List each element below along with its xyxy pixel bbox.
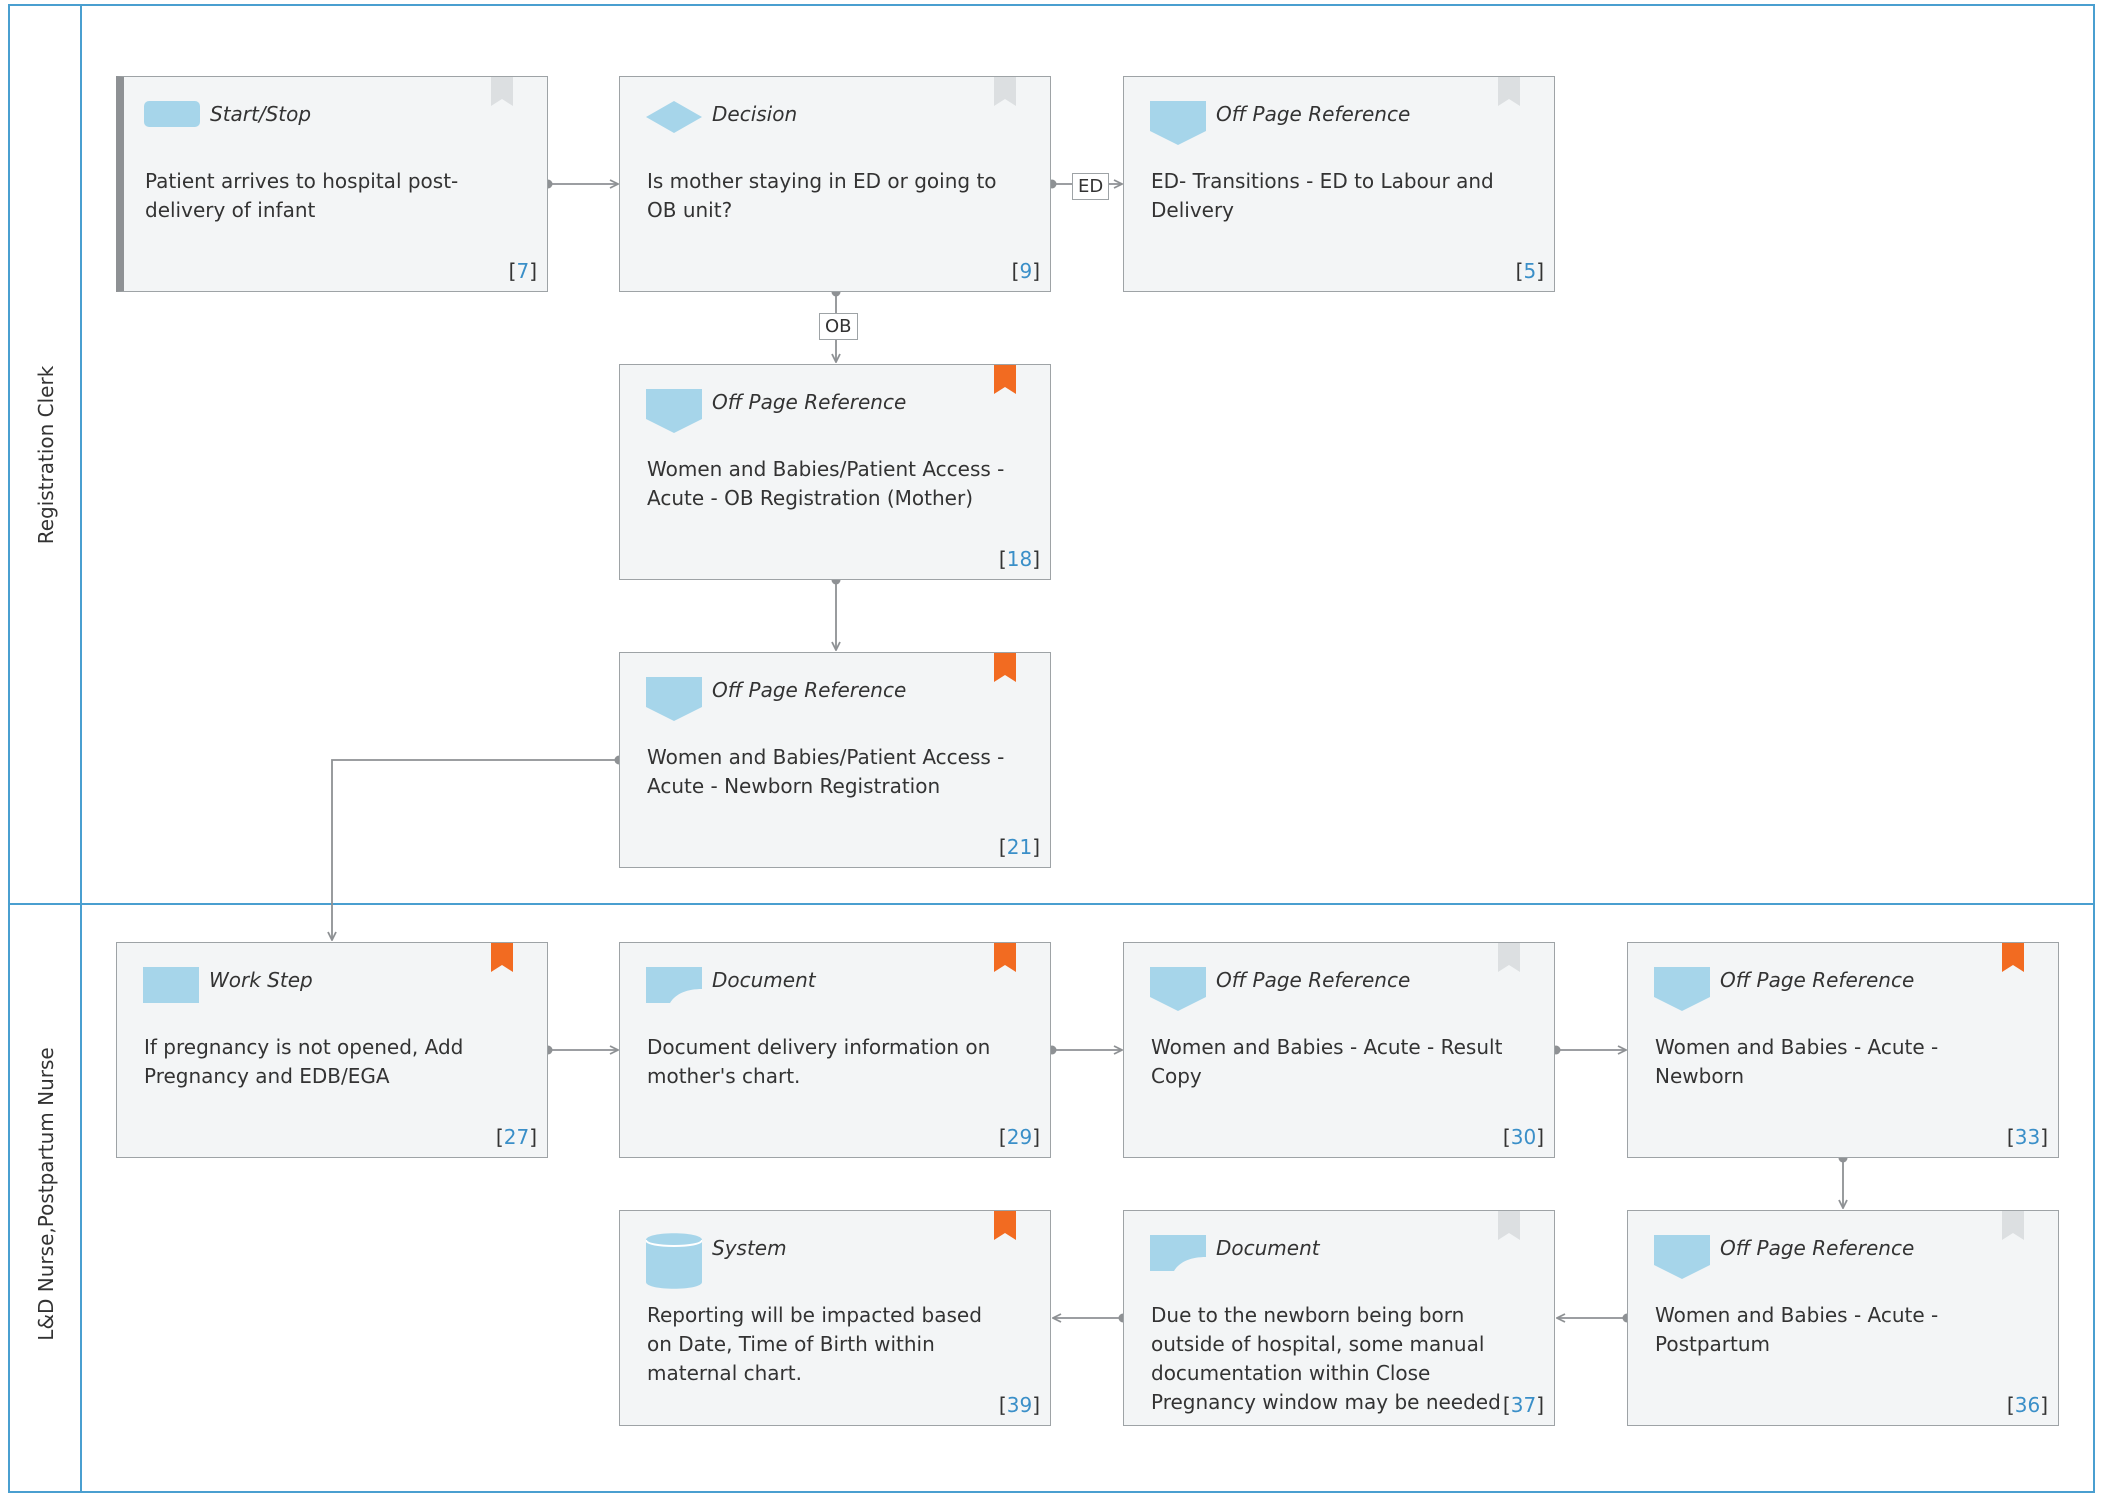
bookmark-icon[interactable] — [2002, 943, 2024, 972]
flow-step-off-page-reference[interactable]: Off Page Reference Women and Babies/Pati… — [619, 652, 1051, 868]
flow-step-off-page-reference[interactable]: Off Page Reference Women and Babies/Pati… — [619, 364, 1051, 580]
step-description: Women and Babies - Acute - Newborn — [1655, 1035, 1939, 1088]
step-type-label: Document — [1216, 1236, 1320, 1260]
step-description: ED- Transitions - ED to Labour and Deliv… — [1151, 169, 1494, 222]
bookmark-icon[interactable] — [994, 77, 1016, 106]
step-type-label: Off Page Reference — [1216, 102, 1411, 126]
step-description: Patient arrives to hospital post-deliver… — [145, 169, 459, 222]
step-description: Reporting will be impacted based on Date… — [647, 1303, 982, 1385]
step-type-label: Off Page Reference — [1720, 1236, 1915, 1260]
step-description: Women and Babies/Patient Access - Acute … — [647, 457, 1005, 510]
step-type-label: Off Page Reference — [1216, 968, 1411, 992]
step-type-label: Off Page Reference — [712, 390, 907, 414]
step-reference-link[interactable]: [27] — [496, 1125, 537, 1149]
bookmark-icon[interactable] — [491, 943, 513, 972]
document-icon — [646, 967, 702, 1003]
step-description: If pregnancy is not opened, Add Pregnanc… — [144, 1035, 464, 1088]
step-description: Women and Babies/Patient Access - Acute … — [647, 745, 1005, 798]
flow-step-start-stop[interactable]: Start/Stop Patient arrives to hospital p… — [116, 76, 548, 292]
step-reference-link[interactable]: [18] — [999, 547, 1040, 571]
flow-step-work-step[interactable]: Work Step If pregnancy is not opened, Ad… — [116, 942, 548, 1158]
step-description: Document delivery information on mother'… — [647, 1035, 991, 1088]
off-page-reference-icon — [1150, 967, 1206, 1011]
step-reference-link[interactable]: [9] — [1012, 259, 1040, 283]
bookmark-icon[interactable] — [1498, 1211, 1520, 1240]
step-description: Women and Babies - Acute - Postpartum — [1655, 1303, 1939, 1356]
system-database-icon — [646, 1233, 702, 1289]
flow-step-off-page-reference[interactable]: Off Page Reference Women and Babies - Ac… — [1627, 942, 2059, 1158]
step-type-label: Off Page Reference — [1720, 968, 1915, 992]
bookmark-icon[interactable] — [994, 365, 1016, 394]
step-type-label: System — [712, 1236, 787, 1260]
edge-label-ob: OB — [819, 313, 858, 340]
bookmark-icon[interactable] — [994, 1211, 1016, 1240]
step-type-label: Decision — [712, 102, 798, 126]
flow-step-document[interactable]: Document Due to the newborn being born o… — [1123, 1210, 1555, 1426]
step-reference-link[interactable]: [33] — [2007, 1125, 2048, 1149]
flow-step-system[interactable]: System Reporting will be impacted based … — [619, 1210, 1051, 1426]
off-page-reference-icon — [1654, 1235, 1710, 1279]
start-stop-icon — [144, 101, 200, 127]
flow-step-off-page-reference[interactable]: Off Page Reference Women and Babies - Ac… — [1627, 1210, 2059, 1426]
document-icon — [1150, 1235, 1206, 1271]
off-page-reference-icon — [646, 677, 702, 721]
flow-step-off-page-reference[interactable]: Off Page Reference ED- Transitions - ED … — [1123, 76, 1555, 292]
step-reference-link[interactable]: [37] — [1503, 1393, 1544, 1417]
bookmark-icon[interactable] — [994, 653, 1016, 682]
step-type-label: Start/Stop — [210, 102, 312, 126]
step-reference-link[interactable]: [39] — [999, 1393, 1040, 1417]
bookmark-icon[interactable] — [994, 943, 1016, 972]
off-page-reference-icon — [1654, 967, 1710, 1011]
flow-step-off-page-reference[interactable]: Off Page Reference Women and Babies - Ac… — [1123, 942, 1555, 1158]
step-reference-link[interactable]: [7] — [509, 259, 537, 283]
decision-diamond-icon — [646, 101, 702, 133]
step-reference-link[interactable]: [5] — [1516, 259, 1544, 283]
step-reference-link[interactable]: [21] — [999, 835, 1040, 859]
bookmark-icon[interactable] — [491, 77, 513, 106]
flow-step-document[interactable]: Document Document delivery information o… — [619, 942, 1051, 1158]
off-page-reference-icon — [646, 389, 702, 433]
connector-21-to-27 — [332, 759, 619, 940]
step-type-label: Work Step — [209, 968, 313, 992]
off-page-reference-icon — [1150, 101, 1206, 145]
step-type-label: Document — [712, 968, 816, 992]
step-description: Is mother staying in ED or going to OB u… — [647, 169, 997, 222]
bookmark-icon[interactable] — [2002, 1211, 2024, 1240]
step-description: Due to the newborn being born outside of… — [1151, 1303, 1501, 1414]
flow-step-decision[interactable]: Decision Is mother staying in ED or goin… — [619, 76, 1051, 292]
bookmark-icon[interactable] — [1498, 943, 1520, 972]
bookmark-icon[interactable] — [1498, 77, 1520, 106]
work-step-icon — [143, 967, 199, 1003]
edge-label-ed: ED — [1072, 173, 1110, 200]
step-reference-link[interactable]: [30] — [1503, 1125, 1544, 1149]
step-reference-link[interactable]: [29] — [999, 1125, 1040, 1149]
step-description: Women and Babies - Acute - Result Copy — [1151, 1035, 1503, 1088]
step-type-label: Off Page Reference — [712, 678, 907, 702]
step-reference-link[interactable]: [36] — [2007, 1393, 2048, 1417]
